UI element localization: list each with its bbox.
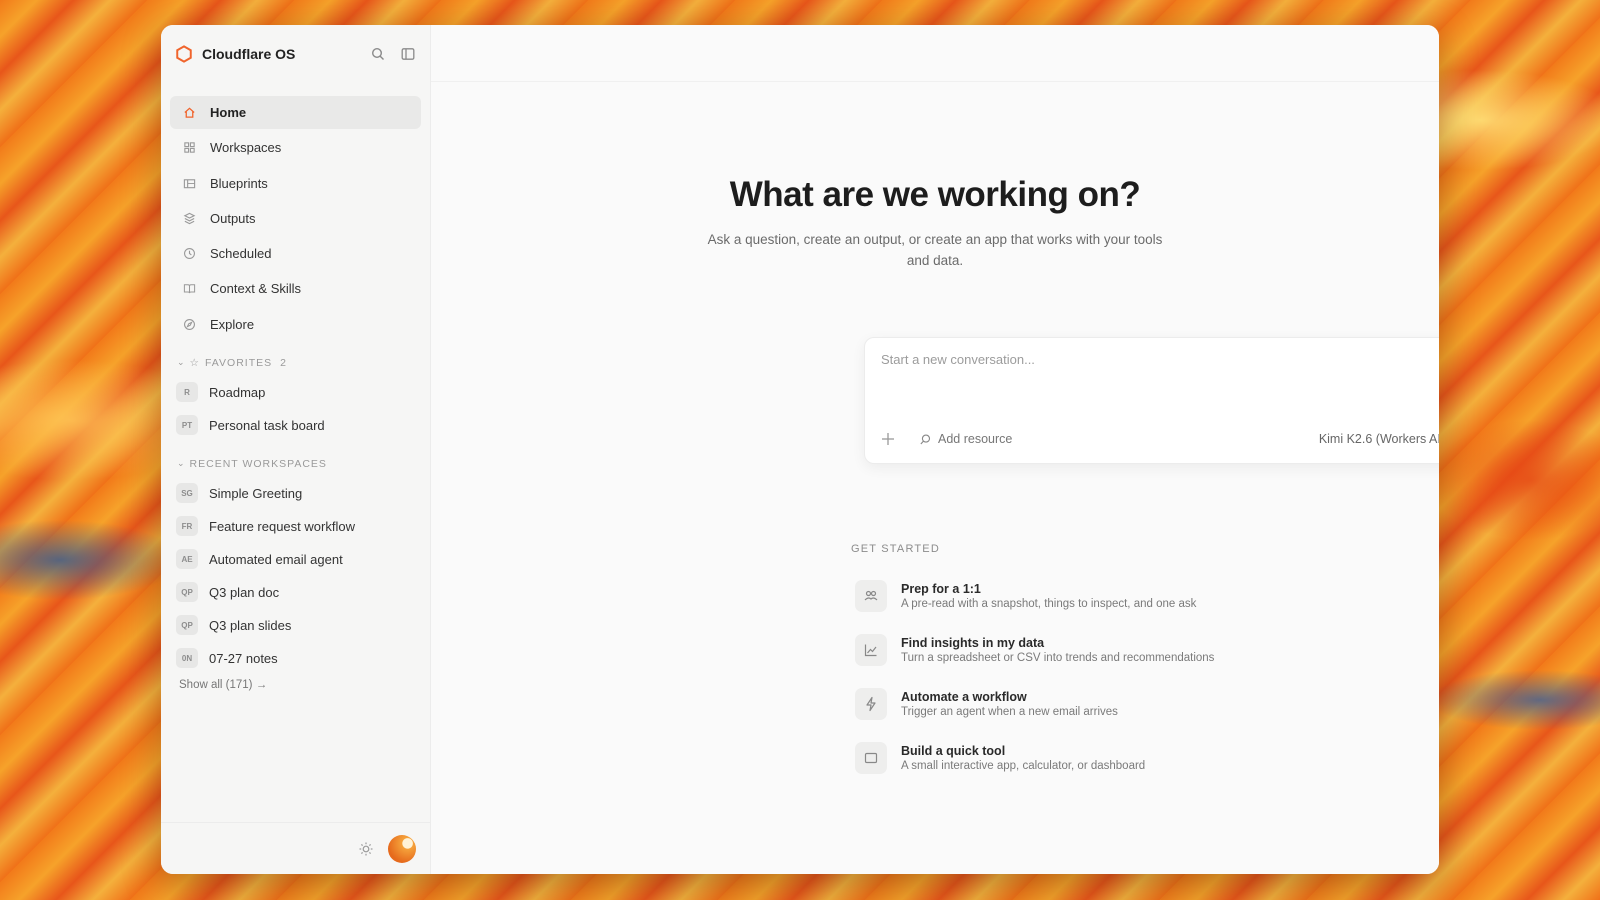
nav-item-workspaces[interactable]: Workspaces <box>170 131 421 164</box>
nav-label: Blueprints <box>210 175 268 191</box>
sidebar-footer <box>161 822 430 874</box>
nav-label: Home <box>210 105 247 120</box>
nav-item-outputs[interactable]: Outputs <box>170 202 421 235</box>
workspace-label: Simple Greeting <box>209 485 303 501</box>
get-started-item-title: Automate a workflow <box>901 690 1027 704</box>
page-title: What are we working on? <box>729 175 1141 214</box>
add-button[interactable] <box>879 430 897 448</box>
nav-label: Explore <box>210 316 255 332</box>
get-started-item[interactable]: Find insights in my data Turn a spreadsh… <box>851 623 1351 677</box>
compass-icon <box>182 317 196 331</box>
composer-toolbar: Add resource Kimi K2.6 (Workers AI) <box>865 415 1439 463</box>
model-label: Kimi K2.6 (Workers AI) <box>1318 432 1439 446</box>
show-all-link[interactable]: Show all (171) → <box>161 675 285 695</box>
page-subtitle: Ask a question, create an output, or cre… <box>707 232 1163 268</box>
workspace-label: Q3 plan doc <box>209 584 280 600</box>
recent-workspace-item[interactable]: SG Simple Greeting <box>161 477 430 510</box>
bolt-icon <box>855 688 887 720</box>
get-started-title: GET STARTED <box>851 543 940 555</box>
nav-label: Outputs <box>210 210 256 226</box>
workspace-badge: QP <box>176 582 198 603</box>
book-icon <box>182 282 196 296</box>
app-name: Cloudflare OS <box>202 45 296 62</box>
favorite-item[interactable]: PT Personal task board <box>161 409 430 442</box>
outputs-icon <box>182 211 196 225</box>
composer: Add resource Kimi K2.6 (Workers AI) <box>864 337 1439 464</box>
attach-icon <box>920 433 931 444</box>
main-content: What are we working on? Ask a question, … <box>431 25 1439 874</box>
favorite-item[interactable]: R Roadmap <box>161 376 430 409</box>
recent-workspace-item[interactable]: FR Feature request workflow <box>161 510 430 543</box>
grid-icon <box>182 141 196 155</box>
sidebar-header: Cloudflare OS <box>161 25 430 82</box>
people-icon <box>855 580 887 612</box>
nav-label: Workspaces <box>210 140 282 156</box>
workspace-badge: R <box>176 382 198 403</box>
get-started-item-title: Build a quick tool <box>901 744 1006 758</box>
get-started-item-desc: Turn a spreadsheet or CSV into trends an… <box>901 652 1215 664</box>
nav-label: Scheduled <box>210 246 272 262</box>
chart-icon <box>855 634 887 666</box>
add-resource-button[interactable]: Add resource <box>919 432 1012 446</box>
recent-workspace-item[interactable]: 0N 07-27 notes <box>161 642 430 675</box>
sun-icon[interactable] <box>358 841 374 857</box>
window-icon <box>855 742 887 774</box>
recent-title: RECENT WORKSPACES <box>189 457 327 470</box>
recent-workspace-item[interactable]: QP Q3 plan slides <box>161 609 430 642</box>
get-started-item[interactable]: Build a quick tool A small interactive a… <box>851 731 1351 785</box>
search-icon[interactable] <box>370 46 386 62</box>
chevron-down-icon: ⌄ <box>177 458 186 469</box>
get-started-item-title: Prep for a 1:1 <box>901 582 981 596</box>
nav-label: Context & Skills <box>210 281 302 297</box>
workspace-badge: FR <box>176 516 198 537</box>
star-icon: ☆ <box>189 356 200 369</box>
workspace-badge: AE <box>176 549 198 570</box>
nav-item-blueprints[interactable]: Blueprints <box>170 167 421 200</box>
app-window: Cloudflare OS Home Workspaces Blueprints… <box>161 25 1439 874</box>
chevron-down-icon: ⌄ <box>177 357 186 368</box>
workspace-badge: 0N <box>176 648 198 669</box>
recent-workspaces-section-header[interactable]: ⌄ RECENT WORKSPACES <box>161 454 430 474</box>
favorites-title: FAVORITES <box>204 356 273 369</box>
hero: What are we working on? Ask a question, … <box>431 175 1439 271</box>
nav-item-context-skills[interactable]: Context & Skills <box>170 272 421 305</box>
conversation-input[interactable] <box>881 352 1439 367</box>
nav-item-scheduled[interactable]: Scheduled <box>170 237 421 270</box>
favorites-count: 2 <box>280 356 287 369</box>
get-started-section: GET STARTED Prep for a 1:1 A pre-read wi… <box>851 543 1351 785</box>
workspace-label: 07-27 notes <box>209 650 278 666</box>
recent-workspace-item[interactable]: AE Automated email agent <box>161 543 430 576</box>
favorite-label: Personal task board <box>209 417 325 433</box>
main-nav: Home Workspaces Blueprints Outputs Sched… <box>161 82 430 341</box>
plus-icon <box>882 433 894 445</box>
get-started-item-desc: A small interactive app, calculator, or … <box>901 760 1146 772</box>
get-started-item[interactable]: Automate a workflow Trigger an agent whe… <box>851 677 1351 731</box>
cloudflare-logo-icon <box>176 44 192 63</box>
get-started-item[interactable]: Prep for a 1:1 A pre-read with a snapsho… <box>851 569 1351 623</box>
workspace-badge: QP <box>176 615 198 636</box>
get-started-item-desc: Trigger an agent when a new email arrive… <box>901 706 1118 718</box>
workspace-label: Automated email agent <box>209 551 343 567</box>
workspace-label: Q3 plan slides <box>209 617 292 633</box>
get-started-item-title: Find insights in my data <box>901 636 1045 650</box>
clock-icon <box>182 247 196 261</box>
nav-item-home[interactable]: Home <box>170 96 421 129</box>
sidebar: Cloudflare OS Home Workspaces Blueprints… <box>161 25 431 874</box>
favorite-label: Roadmap <box>209 384 266 400</box>
workspace-label: Feature request workflow <box>209 518 355 534</box>
favorites-section-header[interactable]: ⌄ ☆ FAVORITES 2 <box>161 353 430 373</box>
sidebar-toggle-icon[interactable] <box>400 46 416 62</box>
workspace-badge: SG <box>176 483 198 504</box>
workspace-badge: PT <box>176 415 198 436</box>
recent-workspace-item[interactable]: QP Q3 plan doc <box>161 576 430 609</box>
get-started-item-desc: A pre-read with a snapshot, things to in… <box>901 598 1197 610</box>
top-bar <box>431 25 1439 82</box>
nav-item-explore[interactable]: Explore <box>170 308 421 341</box>
avatar[interactable] <box>388 834 416 863</box>
home-icon <box>182 106 196 120</box>
blueprint-icon <box>182 176 196 190</box>
add-resource-label: Add resource <box>938 432 1013 446</box>
model-selector[interactable]: Kimi K2.6 (Workers AI) <box>1319 432 1439 446</box>
